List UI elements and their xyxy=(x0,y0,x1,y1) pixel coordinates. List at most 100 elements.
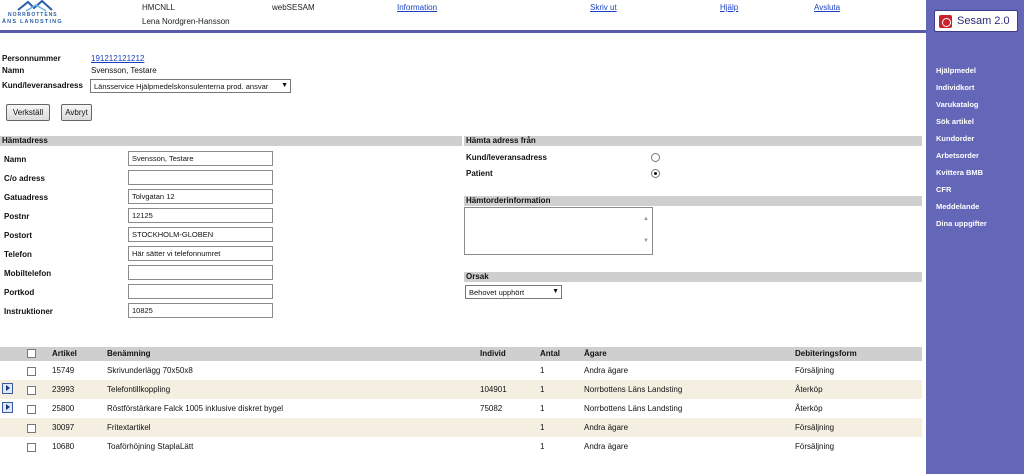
sesam-title: Sesam 2.0 xyxy=(957,15,1010,27)
help-link[interactable]: Hjälp xyxy=(720,3,738,12)
logo-mark-icon xyxy=(17,0,53,12)
row-individ: 104901 xyxy=(480,385,507,394)
row-checkbox[interactable] xyxy=(27,386,36,395)
chevron-down-icon: ▼ xyxy=(552,288,559,295)
pickup-street-input[interactable]: Tolvgatan 12 xyxy=(128,189,273,204)
row-agare: Andra ägare xyxy=(584,366,629,375)
sesam-badge: Sesam 2.0 xyxy=(934,10,1018,32)
reason-select[interactable]: Behovet upphört ▼ xyxy=(465,285,562,299)
execute-button[interactable]: Verkställ xyxy=(6,104,50,121)
name-value: Svensson, Testare xyxy=(91,66,157,75)
sidebar-item-kvittera-bmb[interactable]: Kvittera BMB xyxy=(936,168,983,177)
order-info-section-header: Hämtorderinformation xyxy=(464,196,922,206)
row-artikel: 30097 xyxy=(52,423,75,432)
fetch-patient-radio[interactable] xyxy=(651,169,660,178)
row-agare: Andra ägare xyxy=(584,442,629,451)
row-benamning: Röstförstärkare Falck 1005 inklusive dis… xyxy=(107,404,284,413)
sidebar-item-dina-uppgifter[interactable]: Dina uppgifter xyxy=(936,219,987,228)
pickup-phone-label: Telefon xyxy=(4,250,32,259)
pickup-mobile-label: Mobiltelefon xyxy=(4,269,52,278)
print-link[interactable]: Skriv ut xyxy=(590,3,617,12)
reason-section-header: Orsak xyxy=(464,272,922,282)
sidebar-item-varukatalog[interactable]: Varukatalog xyxy=(936,100,979,109)
pickup-mobile-input[interactable] xyxy=(128,265,273,280)
fetch-customer-radio[interactable] xyxy=(651,153,660,162)
cancel-button[interactable]: Avbryt xyxy=(61,104,92,121)
pickup-portcode-input[interactable] xyxy=(128,284,273,299)
top-header: NORRBOTTENS ÄNS LANDSTING HMCNLL Lena No… xyxy=(0,0,926,30)
pickup-name-label: Namn xyxy=(4,155,27,164)
pickup-name-input[interactable]: Svensson, Testare xyxy=(128,151,273,166)
row-benamning: Telefontillkoppling xyxy=(107,385,171,394)
table-row[interactable]: 15749 Skrivunderlägg 70x50x8 1 Andra äga… xyxy=(0,361,922,380)
pickup-instructions-input[interactable]: 10825 xyxy=(128,303,273,318)
row-artikel: 23993 xyxy=(52,385,75,394)
row-checkbox[interactable] xyxy=(27,424,36,433)
pickup-postnr-input[interactable]: 12125 xyxy=(128,208,273,223)
row-agare: Norrbottens Läns Landsting xyxy=(584,404,683,413)
col-debitering: Debiteringsform xyxy=(795,349,857,358)
sidebar-item-arbetsorder[interactable]: Arbetsorder xyxy=(936,151,979,160)
quit-link[interactable]: Avsluta xyxy=(814,3,840,12)
customer-select[interactable]: Länsservice Hjälpmedelskonsulenterna pro… xyxy=(90,79,291,93)
pickup-phone-input[interactable]: Här sätter vi telefonnumret xyxy=(128,246,273,261)
row-artikel: 25800 xyxy=(52,404,75,413)
scroll-up-icon[interactable]: ▲ xyxy=(643,216,649,222)
row-checkbox[interactable] xyxy=(27,443,36,452)
chevron-down-icon: ▼ xyxy=(281,82,288,89)
landsting-logo: NORRBOTTENS ÄNS LANDSTING xyxy=(2,0,72,30)
customer-select-value: Länsservice Hjälpmedelskonsulenterna pro… xyxy=(94,82,269,91)
logo-text-line1: NORRBOTTENS xyxy=(8,12,58,18)
individ-link-icon[interactable] xyxy=(2,383,13,394)
row-checkbox[interactable] xyxy=(27,405,36,414)
items-table-header: Artikel Benämning Individ Antal Ägare De… xyxy=(0,347,922,361)
sidebar-item-cfr[interactable]: CFR xyxy=(936,185,951,194)
fetch-from-section-header: Hämta adress från xyxy=(464,136,922,146)
sidebar-item-individkort[interactable]: Individkort xyxy=(936,83,974,92)
col-agare: Ägare xyxy=(584,349,607,358)
scroll-down-icon[interactable]: ▼ xyxy=(643,238,649,244)
table-row[interactable]: 10680 Toaförhöjning StaplaLätt 1 Andra ä… xyxy=(0,437,922,456)
row-antal: 1 xyxy=(540,404,545,413)
row-antal: 1 xyxy=(540,442,545,451)
reason-select-value: Behovet upphört xyxy=(469,288,525,297)
row-benamning: Skrivunderlägg 70x50x8 xyxy=(107,366,193,375)
pnr-link[interactable]: 191212121212 xyxy=(91,54,144,63)
pickup-co-label: C/o adress xyxy=(4,174,45,183)
col-artikel: Artikel xyxy=(52,349,77,358)
row-individ: 75082 xyxy=(480,404,503,413)
app-name: webSESAM xyxy=(272,3,315,12)
row-agare: Norrbottens Läns Landsting xyxy=(584,385,683,394)
select-all-checkbox[interactable] xyxy=(27,349,36,358)
pickup-city-input[interactable]: STOCKHOLM-GLOBEN xyxy=(128,227,273,242)
pickup-city-label: Postort xyxy=(4,231,32,240)
row-artikel: 15749 xyxy=(52,366,75,375)
sesam-logo-icon xyxy=(939,15,952,28)
row-debitering: Återköp xyxy=(795,385,823,394)
sidebar-item-hjalpmedel[interactable]: Hjälpmedel xyxy=(936,66,976,75)
row-benamning: Toaförhöjning StaplaLätt xyxy=(107,442,194,451)
order-info-textarea[interactable]: ▲ ▼ xyxy=(464,207,653,255)
individ-link-icon[interactable] xyxy=(2,402,13,413)
row-debitering: Försäljning xyxy=(795,366,835,375)
row-antal: 1 xyxy=(540,385,545,394)
sidebar-item-sok-artikel[interactable]: Sök artikel xyxy=(936,117,974,126)
row-checkbox[interactable] xyxy=(27,367,36,376)
row-debitering: Försäljning xyxy=(795,423,835,432)
user-name: Lena Nordgren-Hansson xyxy=(142,17,230,26)
sidebar-item-meddelande[interactable]: Meddelande xyxy=(936,202,979,211)
table-row[interactable]: 30097 Fritextartikel 1 Andra ägare Försä… xyxy=(0,418,922,437)
name-label: Namn xyxy=(2,66,25,75)
pickup-co-input[interactable] xyxy=(128,170,273,185)
pickup-street-label: Gatuadress xyxy=(4,193,49,202)
pickup-instructions-label: Instruktioner xyxy=(4,307,53,316)
table-row[interactable]: 25800 Röstförstärkare Falck 1005 inklusi… xyxy=(0,399,922,418)
sidebar-item-kundorder[interactable]: Kundorder xyxy=(936,134,974,143)
fetch-patient-label: Patient xyxy=(466,169,493,178)
row-benamning: Fritextartikel xyxy=(107,423,151,432)
table-row[interactable]: 23993 Telefontillkoppling 104901 1 Norrb… xyxy=(0,380,922,399)
information-link[interactable]: Information xyxy=(397,3,437,12)
pnr-label: Personnummer xyxy=(2,54,61,63)
org-code: HMCNLL xyxy=(142,3,175,12)
row-debitering: Försäljning xyxy=(795,442,835,451)
